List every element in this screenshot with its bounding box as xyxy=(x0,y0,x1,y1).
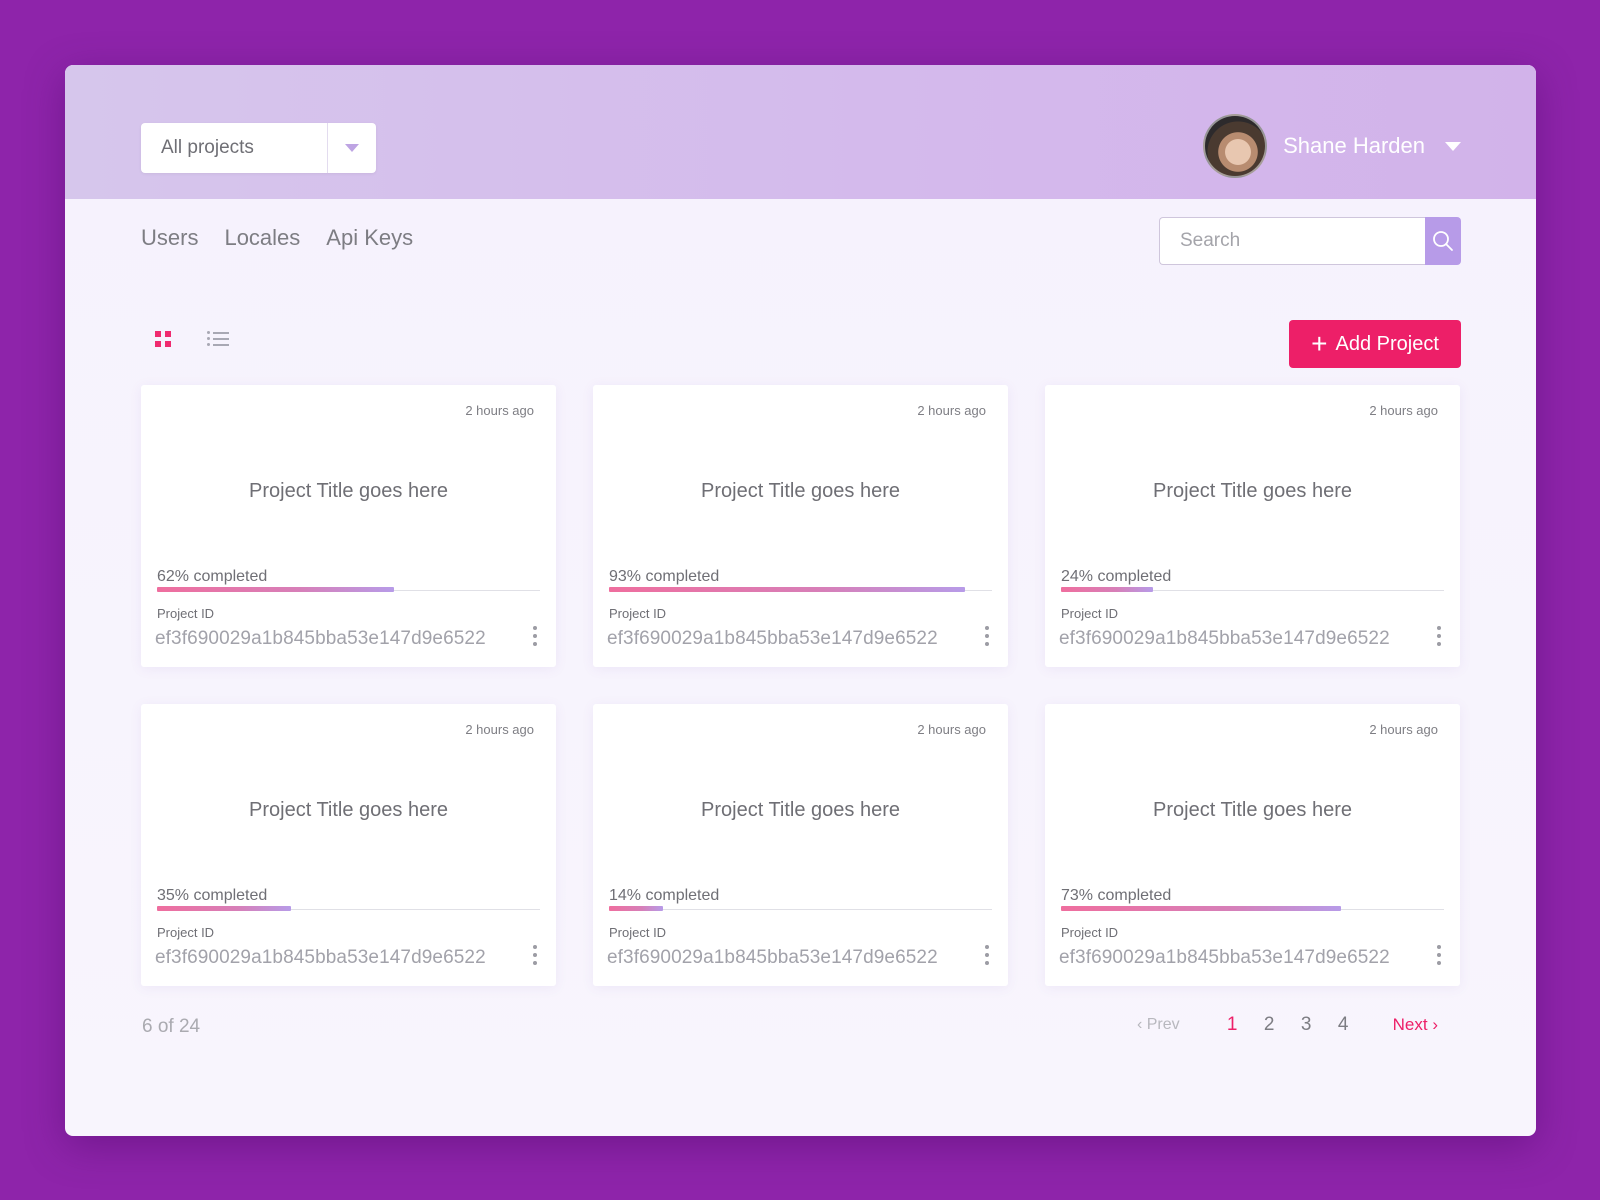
project-card[interactable]: 2 hours ago Project Title goes here 73% … xyxy=(1045,704,1460,986)
card-timestamp: 2 hours ago xyxy=(917,722,986,737)
card-title[interactable]: Project Title goes here xyxy=(593,799,1008,822)
page-button-2[interactable]: 2 xyxy=(1251,1014,1288,1036)
progress-label: 24% completed xyxy=(1061,568,1172,585)
page-button-4[interactable]: 4 xyxy=(1325,1014,1362,1036)
add-project-button[interactable]: + Add Project xyxy=(1289,320,1461,368)
progress-label: 35% completed xyxy=(157,887,268,904)
project-card[interactable]: 2 hours ago Project Title goes here 14% … xyxy=(593,704,1008,986)
next-page-button[interactable]: Next › xyxy=(1393,1015,1438,1035)
progress-fill xyxy=(609,906,663,911)
grid-view-icon[interactable] xyxy=(155,331,171,347)
user-menu[interactable]: Shane Harden xyxy=(1203,113,1461,179)
project-id: ef3f690029a1b845bba53e147d9e6522 xyxy=(607,947,938,968)
more-vertical-icon[interactable] xyxy=(1436,945,1442,965)
progress-label: 73% completed xyxy=(1061,887,1172,904)
app-window: All projects Shane Harden Users Locales … xyxy=(65,65,1536,1136)
progress-bar xyxy=(1061,906,1444,911)
project-card[interactable]: 2 hours ago Project Title goes here 93% … xyxy=(593,385,1008,667)
add-project-label: Add Project xyxy=(1335,332,1439,355)
search-button[interactable] xyxy=(1425,217,1461,265)
project-id: ef3f690029a1b845bba53e147d9e6522 xyxy=(155,628,486,649)
progress-fill xyxy=(609,587,966,592)
project-card[interactable]: 2 hours ago Project Title goes here 24% … xyxy=(1045,385,1460,667)
progress-label: 93% completed xyxy=(609,568,720,585)
more-vertical-icon[interactable] xyxy=(532,626,538,646)
header-bar: All projects Shane Harden xyxy=(65,65,1536,199)
project-card[interactable]: 2 hours ago Project Title goes here 62% … xyxy=(141,385,556,667)
plus-icon: + xyxy=(1311,328,1328,359)
user-name[interactable]: Shane Harden xyxy=(1283,133,1425,159)
progress-bar xyxy=(609,587,992,592)
search-icon xyxy=(1433,231,1453,251)
progress-bar xyxy=(609,906,992,911)
avatar[interactable] xyxy=(1203,114,1268,178)
project-id-label: Project ID xyxy=(609,606,667,621)
card-timestamp: 2 hours ago xyxy=(1369,403,1438,418)
progress-fill xyxy=(1061,906,1341,911)
card-title[interactable]: Project Title goes here xyxy=(141,480,556,503)
project-id: ef3f690029a1b845bba53e147d9e6522 xyxy=(155,947,486,968)
pagination: ‹ Prev 1 2 3 4 Next › xyxy=(1137,1014,1438,1036)
card-timestamp: 2 hours ago xyxy=(465,403,534,418)
progress-fill xyxy=(1061,587,1153,592)
card-timestamp: 2 hours ago xyxy=(465,722,534,737)
chevron-down-icon[interactable] xyxy=(328,123,376,173)
nav-item-users[interactable]: Users xyxy=(141,225,198,251)
project-id-label: Project ID xyxy=(157,925,215,940)
results-count: 6 of 24 xyxy=(142,1016,201,1037)
page-button-3[interactable]: 3 xyxy=(1288,1014,1325,1036)
project-id: ef3f690029a1b845bba53e147d9e6522 xyxy=(1059,947,1390,968)
more-vertical-icon[interactable] xyxy=(984,626,990,646)
progress-bar xyxy=(157,587,540,592)
search-input[interactable] xyxy=(1159,217,1425,265)
project-id: ef3f690029a1b845bba53e147d9e6522 xyxy=(607,628,938,649)
nav-item-locales[interactable]: Locales xyxy=(224,225,300,251)
progress-bar xyxy=(1061,587,1444,592)
card-title[interactable]: Project Title goes here xyxy=(141,799,556,822)
project-id-label: Project ID xyxy=(157,606,215,621)
project-filter-value: All projects xyxy=(161,137,254,158)
page-button-1[interactable]: 1 xyxy=(1214,1014,1251,1036)
card-title[interactable]: Project Title goes here xyxy=(1045,799,1460,822)
card-timestamp: 2 hours ago xyxy=(1369,722,1438,737)
more-vertical-icon[interactable] xyxy=(532,945,538,965)
view-toggle-group xyxy=(155,330,229,348)
list-view-icon[interactable] xyxy=(207,330,229,348)
card-timestamp: 2 hours ago xyxy=(917,403,986,418)
prev-page-button[interactable]: ‹ Prev xyxy=(1137,1016,1180,1034)
more-vertical-icon[interactable] xyxy=(984,945,990,965)
project-id-label: Project ID xyxy=(1061,606,1119,621)
card-title[interactable]: Project Title goes here xyxy=(1045,480,1460,503)
project-card[interactable]: 2 hours ago Project Title goes here 35% … xyxy=(141,704,556,986)
progress-label: 14% completed xyxy=(609,887,720,904)
progress-fill xyxy=(157,906,292,911)
chevron-down-icon[interactable] xyxy=(1445,141,1461,151)
nav-item-api-keys[interactable]: Api Keys xyxy=(326,225,413,251)
project-filter-dropdown[interactable]: All projects xyxy=(141,123,376,173)
card-title[interactable]: Project Title goes here xyxy=(593,480,1008,503)
progress-label: 62% completed xyxy=(157,568,268,585)
search-box xyxy=(1159,217,1461,265)
progress-bar xyxy=(157,906,540,911)
project-id-label: Project ID xyxy=(1061,925,1119,940)
progress-fill xyxy=(157,587,395,592)
project-id: ef3f690029a1b845bba53e147d9e6522 xyxy=(1059,628,1390,649)
project-id-label: Project ID xyxy=(609,925,667,940)
main-nav: Users Locales Api Keys xyxy=(141,225,413,251)
more-vertical-icon[interactable] xyxy=(1436,626,1442,646)
